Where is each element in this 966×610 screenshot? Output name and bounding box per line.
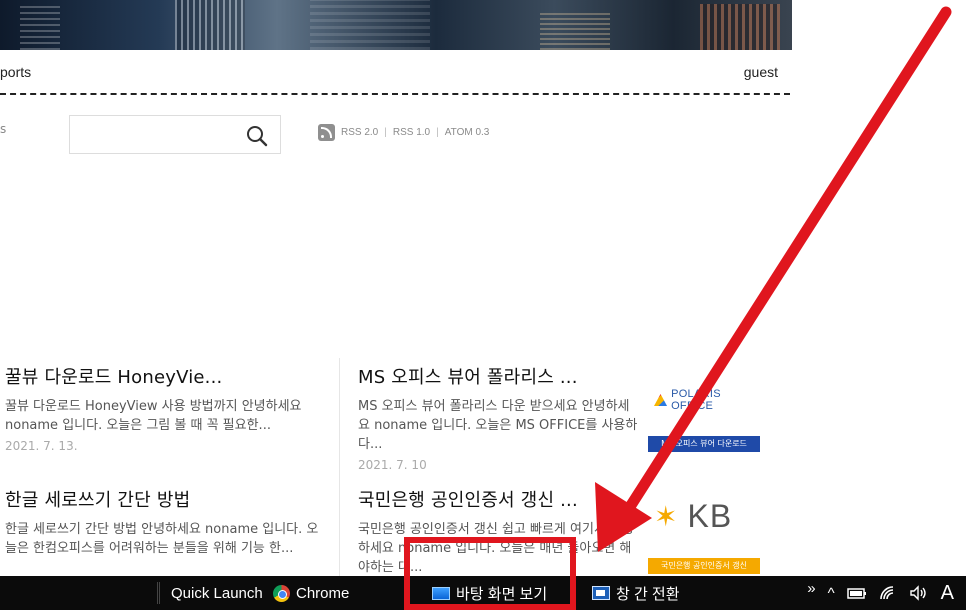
quick-launch-label: Quick Launch <box>171 584 263 602</box>
polaris-logo-text: POLARIS OFFICE <box>671 388 721 412</box>
switch-windows-icon <box>592 586 610 600</box>
chrome-icon <box>273 584 290 602</box>
post-excerpt: 꿀뷰 다운로드 HoneyView 사용 방법까지 안녕하세요 noname 입… <box>5 399 302 433</box>
post-thumbnail-polaris[interactable]: POLARIS OFFICE MS 오피스 뷰어 다운로드 <box>648 380 760 455</box>
polaris-logo: POLARIS OFFICE <box>654 388 760 412</box>
search-box[interactable] <box>69 115 281 154</box>
column-divider <box>339 358 340 578</box>
nav-divider <box>0 93 790 95</box>
switch-windows-label: 창 간 전환 <box>616 585 680 603</box>
quick-launch-toolbar[interactable]: Quick Launch <box>171 576 263 610</box>
nav-link-reports[interactable]: ports <box>0 64 31 80</box>
rss2-link[interactable]: RSS 2.0 <box>341 127 378 138</box>
search-icon[interactable] <box>246 125 268 147</box>
system-tray: » ^ A <box>807 576 966 610</box>
polaris-caption: MS 오피스 뷰어 다운로드 <box>648 436 760 452</box>
wifi-icon[interactable] <box>879 585 897 601</box>
post-card[interactable]: 한글 세로쓰기 간단 방법 한글 세로쓰기 간단 방법 안녕하세요 noname… <box>5 486 325 558</box>
post-date: 2021. 7. 13. <box>5 439 78 453</box>
chrome-taskbar-button[interactable]: Chrome <box>273 576 349 610</box>
feed-links: RSS 2.0 | RSS 1.0 | ATOM 0.3 <box>318 124 489 141</box>
volume-icon[interactable] <box>909 585 929 601</box>
kb-star-icon: ✶ <box>654 500 678 533</box>
post-thumbnail-kb[interactable]: ✶ KB 국민은행 공인인증서 갱신 <box>648 494 760 576</box>
guest-link[interactable]: guest <box>744 64 778 80</box>
banner-building <box>540 10 610 50</box>
post-title[interactable]: 국민은행 공인인증서 갱신 ... <box>358 486 638 512</box>
post-card[interactable]: 꿀뷰 다운로드 HoneyVie... 꿀뷰 다운로드 HoneyView 사용… <box>5 363 325 453</box>
kb-caption: 국민은행 공인인증서 갱신 <box>648 558 760 574</box>
rss1-link[interactable]: RSS 1.0 <box>393 127 430 138</box>
feed-separator: | <box>436 127 439 138</box>
battery-icon[interactable] <box>846 586 867 600</box>
kb-logo: ✶ KB <box>654 498 732 535</box>
annotation-highlight-box <box>404 537 576 610</box>
sidebar-stub-text: s <box>0 122 7 136</box>
switch-windows-button[interactable]: 창 간 전환 <box>592 576 680 610</box>
post-title[interactable]: 한글 세로쓰기 간단 방법 <box>5 486 325 512</box>
post-card[interactable]: MS 오피스 뷰어 폴라리스 ... MS 오피스 뷰어 폴라리스 다운 받으세… <box>358 363 638 472</box>
input-method-indicator[interactable]: A <box>941 582 954 605</box>
top-nav: ports guest <box>0 50 792 94</box>
post-title[interactable]: 꿀뷰 다운로드 HoneyVie... <box>5 363 325 389</box>
post-excerpt: MS 오피스 뷰어 폴라리스 다운 받으세요 안녕하세요 noname 입니다.… <box>358 399 638 452</box>
post-excerpt: 한글 세로쓰기 간단 방법 안녕하세요 noname 입니다. 오늘은 한컴오피… <box>5 522 319 556</box>
kb-logo-text: KB <box>687 498 733 534</box>
banner-building <box>310 0 430 50</box>
banner-building <box>175 0 245 50</box>
toolbar-overflow-button[interactable]: » <box>807 580 815 597</box>
header-banner-image <box>0 0 792 50</box>
atom-link[interactable]: ATOM 0.3 <box>445 127 490 138</box>
post-date: 2021. 7. 10 <box>358 458 427 472</box>
polaris-logo-icon <box>654 394 668 406</box>
rss-icon <box>318 124 335 141</box>
taskbar-grip[interactable] <box>157 582 160 604</box>
post-title[interactable]: MS 오피스 뷰어 폴라리스 ... <box>358 363 638 389</box>
banner-building <box>20 2 60 50</box>
feed-separator: | <box>384 127 387 138</box>
banner-building <box>700 4 780 50</box>
chrome-label: Chrome <box>296 584 350 602</box>
show-hidden-icons-button[interactable]: ^ <box>828 585 835 602</box>
